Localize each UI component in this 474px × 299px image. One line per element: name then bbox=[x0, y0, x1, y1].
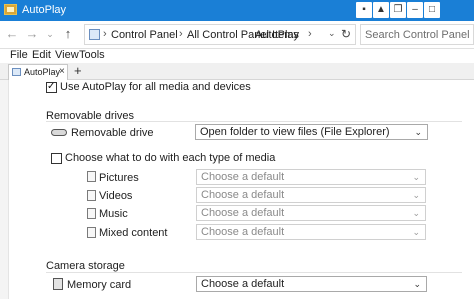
chevron-down-icon: ⌄ bbox=[412, 227, 420, 237]
pictures-icon bbox=[87, 171, 96, 182]
up-arrow-icon[interactable]: ↑ bbox=[60, 25, 76, 43]
chevron-down-icon[interactable]: ⌄ bbox=[328, 28, 336, 39]
menu-tools[interactable]: Tools bbox=[79, 49, 105, 61]
chevron-down-icon: ⌄ bbox=[412, 190, 420, 200]
removable-drive-icon bbox=[51, 129, 67, 136]
choose-per-media-checkbox[interactable] bbox=[51, 153, 62, 164]
address-bar: ← → ⌄ ↑ › Control Panel › All Control Pa… bbox=[0, 21, 474, 49]
refresh-icon[interactable]: ↻ bbox=[341, 27, 351, 41]
breadcrumb-separator[interactable]: › bbox=[179, 28, 183, 40]
close-icon[interactable]: × bbox=[59, 66, 65, 77]
music-select[interactable]: Choose a default ⌄ bbox=[196, 205, 426, 221]
search-box bbox=[360, 24, 474, 45]
pictures-label: Pictures bbox=[99, 172, 139, 184]
memory-card-icon bbox=[53, 278, 63, 290]
videos-label: Videos bbox=[99, 190, 133, 202]
music-icon bbox=[87, 208, 96, 219]
new-tab-button[interactable]: + bbox=[74, 64, 82, 77]
maximize-button[interactable]: □ bbox=[424, 2, 440, 18]
folder-icon bbox=[12, 68, 21, 76]
menu-edit[interactable]: Edit bbox=[32, 49, 51, 61]
memory-card-select[interactable]: Choose a default ⌄ bbox=[196, 276, 427, 292]
mixed-content-select[interactable]: Choose a default ⌄ bbox=[196, 224, 426, 240]
camera-storage-heading: Camera storage bbox=[46, 260, 125, 272]
pin-icon[interactable]: ▲ bbox=[373, 2, 389, 18]
use-autoplay-checkbox[interactable] bbox=[46, 81, 57, 93]
left-edge bbox=[0, 80, 8, 299]
use-autoplay-label: Use AutoPlay for all media and devices bbox=[60, 81, 251, 93]
folder-icon bbox=[4, 4, 17, 15]
tab-label: AutoPlay bbox=[24, 67, 61, 77]
videos-icon bbox=[87, 190, 96, 201]
control-panel-icon bbox=[89, 29, 100, 40]
menu-bar: File Edit View Tools bbox=[0, 49, 474, 63]
breadcrumb-separator[interactable]: › bbox=[103, 28, 107, 40]
window-title: AutoPlay bbox=[22, 4, 67, 16]
chevron-down-icon: ⌄ bbox=[413, 279, 421, 289]
section-divider bbox=[46, 121, 462, 122]
back-arrow-icon[interactable]: ← bbox=[4, 25, 20, 43]
breadcrumb-separator[interactable]: › bbox=[308, 28, 312, 40]
videos-select[interactable]: Choose a default ⌄ bbox=[196, 187, 426, 203]
music-label: Music bbox=[99, 208, 128, 220]
sticky-note-icon[interactable]: ▪ bbox=[356, 2, 372, 18]
mixed-content-icon bbox=[87, 227, 96, 238]
removable-drive-select[interactable]: Open folder to view files (File Explorer… bbox=[195, 124, 428, 140]
breadcrumb-control-panel[interactable]: Control Panel bbox=[111, 29, 178, 41]
tab-bar: AutoPlay × + bbox=[0, 63, 474, 80]
restore-icon[interactable]: ❐ bbox=[390, 2, 406, 18]
choose-per-media-label: Choose what to do with each type of medi… bbox=[65, 152, 276, 164]
minimize-button[interactable]: – bbox=[407, 2, 423, 18]
tab-autoplay[interactable]: AutoPlay × bbox=[8, 64, 68, 80]
pictures-select[interactable]: Choose a default ⌄ bbox=[196, 169, 426, 185]
menu-view[interactable]: View bbox=[55, 49, 79, 61]
mixed-content-label: Mixed content bbox=[99, 227, 168, 239]
search-input[interactable] bbox=[365, 28, 471, 42]
removable-drive-label: Removable drive bbox=[71, 127, 154, 139]
chevron-down-icon: ⌄ bbox=[414, 127, 422, 137]
chevron-down-icon: ⌄ bbox=[412, 172, 420, 182]
memory-card-label: Memory card bbox=[67, 279, 132, 291]
menu-file[interactable]: File bbox=[10, 49, 28, 61]
chevron-down-icon: ⌄ bbox=[412, 208, 420, 218]
section-divider bbox=[46, 272, 462, 273]
recent-locations-chevron-icon[interactable]: ⌄ bbox=[42, 25, 58, 43]
forward-arrow-icon[interactable]: → bbox=[24, 25, 40, 43]
title-bar: AutoPlay ▪ ▲ ❐ – □ bbox=[0, 0, 474, 21]
breadcrumb[interactable]: › Control Panel › All Control Panel Item… bbox=[84, 24, 356, 45]
breadcrumb-autoplay[interactable]: AutoPlay bbox=[255, 29, 299, 41]
